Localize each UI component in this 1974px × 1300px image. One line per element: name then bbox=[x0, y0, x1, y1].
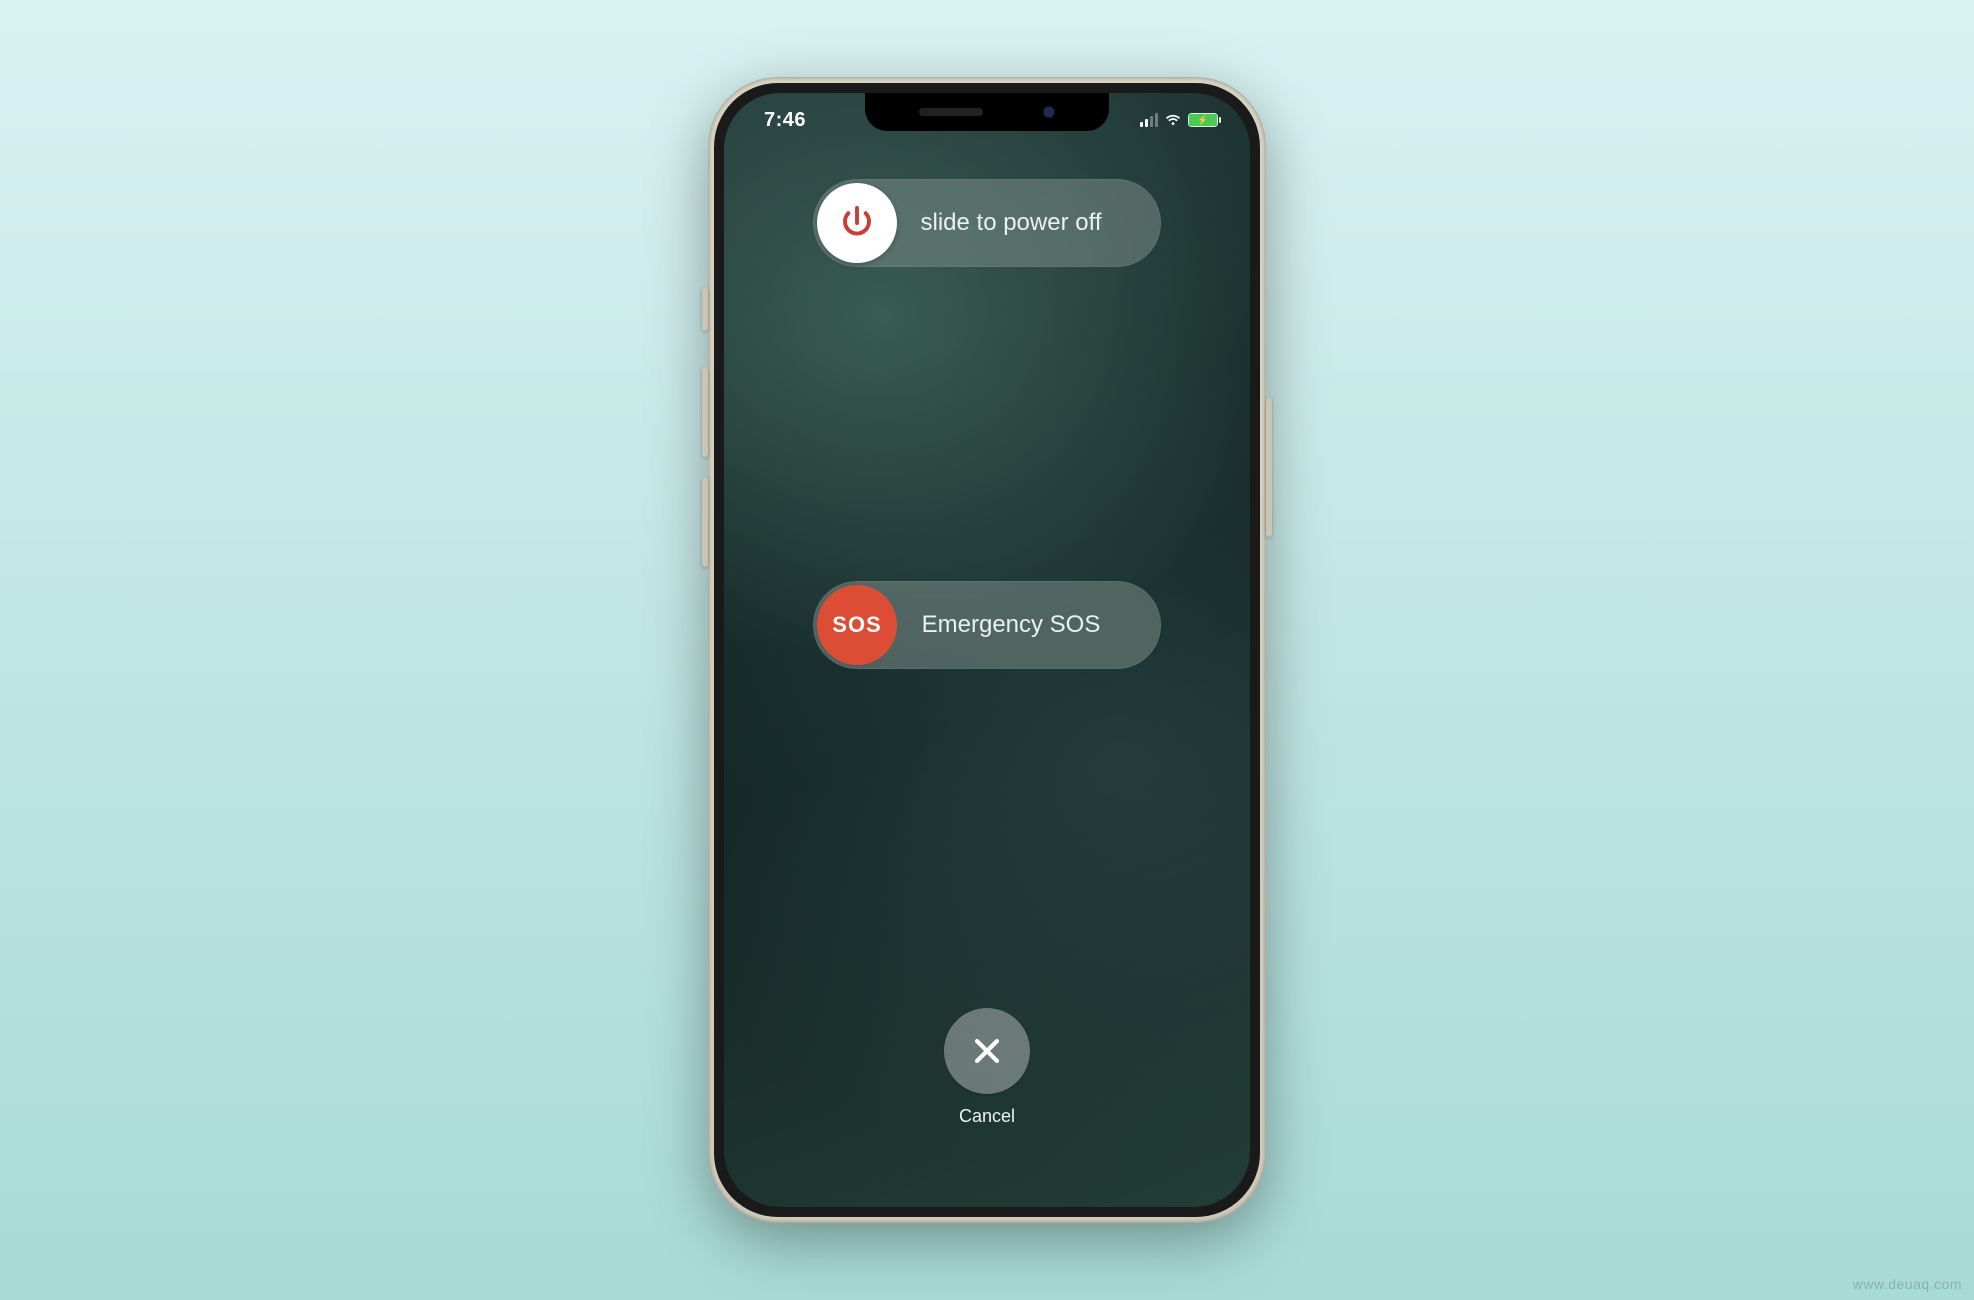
power-off-slider[interactable]: slide to power off bbox=[813, 179, 1161, 267]
battery-charging-icon: ⚡ bbox=[1188, 113, 1218, 127]
status-right-cluster: ⚡ bbox=[1140, 113, 1222, 127]
cancel-button[interactable] bbox=[944, 1008, 1030, 1094]
phone-frame: 7:46 ⚡ slide to power of bbox=[708, 77, 1266, 1223]
volume-down-button[interactable] bbox=[702, 477, 708, 567]
cellular-signal-icon bbox=[1140, 113, 1158, 127]
wifi-icon bbox=[1164, 113, 1182, 127]
mute-switch[interactable] bbox=[702, 287, 708, 331]
notch bbox=[865, 93, 1109, 131]
watermark-text: www.deuaq.com bbox=[1853, 1276, 1962, 1292]
front-camera bbox=[1043, 106, 1055, 118]
power-off-knob[interactable] bbox=[817, 183, 897, 263]
side-power-button[interactable] bbox=[1266, 397, 1272, 537]
cancel-label: Cancel bbox=[959, 1106, 1015, 1127]
emergency-sos-knob[interactable]: SOS bbox=[817, 585, 897, 665]
screen: 7:46 ⚡ slide to power of bbox=[724, 93, 1250, 1207]
power-icon bbox=[839, 205, 875, 241]
emergency-sos-label: Emergency SOS bbox=[901, 611, 1161, 639]
power-off-label: slide to power off bbox=[901, 209, 1161, 237]
cancel-group: Cancel bbox=[944, 1008, 1030, 1127]
status-time: 7:46 bbox=[752, 109, 806, 132]
sos-knob-text: SOS bbox=[832, 612, 881, 638]
volume-up-button[interactable] bbox=[702, 367, 708, 457]
emergency-sos-slider[interactable]: SOS Emergency SOS bbox=[813, 581, 1161, 669]
earpiece-speaker bbox=[919, 108, 983, 116]
close-icon bbox=[970, 1034, 1004, 1068]
